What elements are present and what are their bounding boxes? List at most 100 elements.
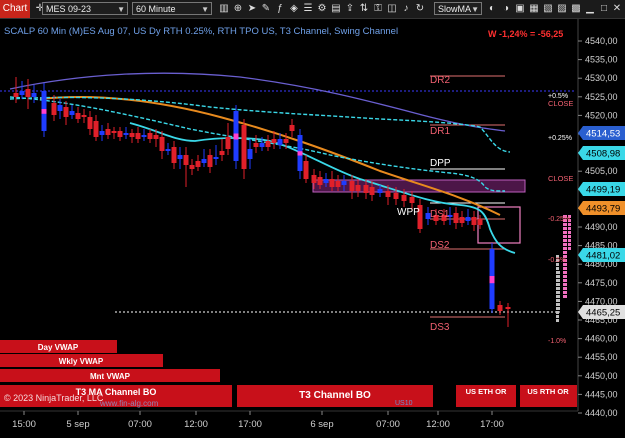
interval-select[interactable]: 60 Minute ▼ — [132, 2, 212, 15]
candle-body — [471, 217, 477, 225]
y-tick-label: 4525,00 — [585, 92, 618, 102]
candle-body — [135, 133, 141, 139]
cursor-icon[interactable]: ➤ — [246, 2, 258, 15]
candle-body — [225, 137, 231, 149]
pct-plus-quarter: +0.25% — [548, 135, 572, 142]
candle-body — [505, 307, 511, 309]
candle-body — [283, 139, 289, 143]
price-flag-label: 4481,02 — [586, 251, 620, 262]
indicator-value: SlowMA — [438, 4, 472, 14]
templates-icon[interactable]: ☰ — [302, 2, 314, 15]
draw-tools-icon[interactable]: ✎ — [260, 2, 272, 15]
chart-tab[interactable]: Chart — [0, 0, 30, 18]
refresh-icon[interactable]: ↻ — [414, 2, 426, 15]
us10-label: US10 — [395, 400, 413, 407]
icon-d[interactable]: ▦ — [528, 2, 540, 15]
maximize-icon[interactable]: □ — [598, 2, 610, 15]
y-tick-label: 4450,00 — [585, 371, 618, 381]
candle-body — [355, 185, 361, 191]
watermark-text: www.fin-alg.com — [99, 399, 159, 408]
tpo-pink-block — [563, 283, 567, 286]
tpo-pink-block — [563, 279, 567, 282]
strategies-icon[interactable]: ◈ — [288, 2, 300, 15]
x-tick-label: 07:00 — [376, 419, 400, 430]
y-tick-label: 4470,00 — [585, 296, 618, 306]
lock-icon[interactable]: ⚿ — [372, 2, 384, 15]
level-dpp: DPP — [430, 158, 451, 169]
icon-g[interactable]: ▩ — [570, 2, 582, 15]
trade-icon[interactable]: ⇅ — [358, 2, 370, 15]
candle-body — [93, 121, 99, 137]
tpo-block — [556, 303, 560, 306]
candle-body — [363, 185, 369, 193]
share-icon[interactable]: ⇪ — [344, 2, 356, 15]
alert-icon[interactable]: ♪ — [400, 2, 412, 15]
tpo-block — [556, 311, 559, 314]
tpo-pink-block — [563, 247, 567, 250]
split-icon[interactable]: ◫ — [386, 2, 398, 15]
tpo-block — [556, 315, 559, 318]
tpo-block — [556, 283, 560, 286]
interval-value: 60 Minute — [136, 4, 176, 14]
icon-a[interactable]: ◐ — [486, 2, 498, 15]
tpo-block — [556, 271, 560, 274]
candle-body — [81, 115, 87, 117]
pct-minus-quarter: -0.25% — [548, 216, 570, 223]
zoom-icon[interactable]: ⊕ — [232, 2, 244, 15]
candle-body — [123, 133, 129, 135]
close-icon[interactable]: ✕ — [611, 2, 623, 15]
chart-toolbar: Chart ✛ MES 09-23 ▼ 60 Minute ▼ ▥ ⊕ ➤ ✎ ƒ … — [0, 0, 625, 19]
data-box-icon[interactable]: ▤ — [330, 2, 342, 15]
minimize-icon[interactable]: ▁ — [584, 2, 596, 15]
y-tick-label: 4530,00 — [585, 73, 618, 83]
candle-body — [247, 149, 253, 159]
icon-e[interactable]: ▧ — [542, 2, 554, 15]
tpo-block — [556, 307, 560, 310]
x-tick-label: 12:00 — [426, 419, 450, 430]
candle-marker — [233, 133, 239, 140]
candle-body — [189, 165, 195, 169]
us-rth-or-label: US RTH OR — [527, 387, 569, 396]
properties-icon[interactable]: ⚙ — [316, 2, 328, 15]
y-tick-label: 4460,00 — [585, 334, 618, 344]
chart-panel[interactable]: SCALP 60 Min (M)ES Aug 07, US Dy RTH 0.2… — [0, 19, 625, 433]
candle-body — [159, 137, 165, 151]
price-axis[interactable]: 4540,004535,004530,004525,004520,004515,… — [577, 19, 625, 418]
candle-body — [25, 89, 31, 97]
tpo-block — [556, 287, 560, 290]
candle-body — [57, 105, 63, 111]
candle-body — [385, 191, 391, 197]
bar-type-icon[interactable]: ▥ — [218, 2, 230, 15]
icon-f[interactable]: ▨ — [556, 2, 568, 15]
candle-body — [141, 135, 147, 137]
tpo-pink-block — [563, 223, 567, 226]
price-flag-label: 4514,53 — [586, 129, 620, 140]
candle-marker — [489, 276, 495, 284]
candle-body — [31, 93, 37, 97]
tpo-pink-block — [568, 243, 571, 246]
candle-body — [111, 131, 117, 133]
icon-b[interactable]: ◑ — [500, 2, 512, 15]
indicators-icon[interactable]: ƒ — [274, 2, 286, 15]
candle-body — [219, 151, 225, 155]
price-flag-label: 4499,19 — [586, 185, 620, 196]
candle-body — [453, 213, 459, 223]
candle-body — [75, 113, 81, 119]
level-ds3: DS3 — [430, 322, 450, 333]
candle-body — [311, 175, 317, 183]
candle-body — [19, 91, 25, 95]
icon-c[interactable]: ▣ — [514, 2, 526, 15]
price-chart[interactable]: SCALP 60 Min (M)ES Aug 07, US Dy RTH 0.2… — [0, 19, 625, 433]
candle-body — [195, 161, 201, 167]
price-flag-label: 4465,25 — [586, 308, 620, 319]
x-tick-label: 5 sep — [66, 419, 89, 430]
y-tick-label: 4440,00 — [585, 408, 618, 418]
tpo-pink-block — [563, 267, 567, 270]
candle-body — [147, 133, 153, 139]
y-tick-label: 4520,00 — [585, 110, 618, 120]
candle-body — [377, 189, 383, 193]
candle-body — [409, 197, 415, 203]
indicator-select[interactable]: SlowMA ▼ — [434, 2, 482, 15]
candle-body — [329, 179, 335, 187]
instrument-select[interactable]: MES 09-23 ▼ — [42, 2, 128, 15]
